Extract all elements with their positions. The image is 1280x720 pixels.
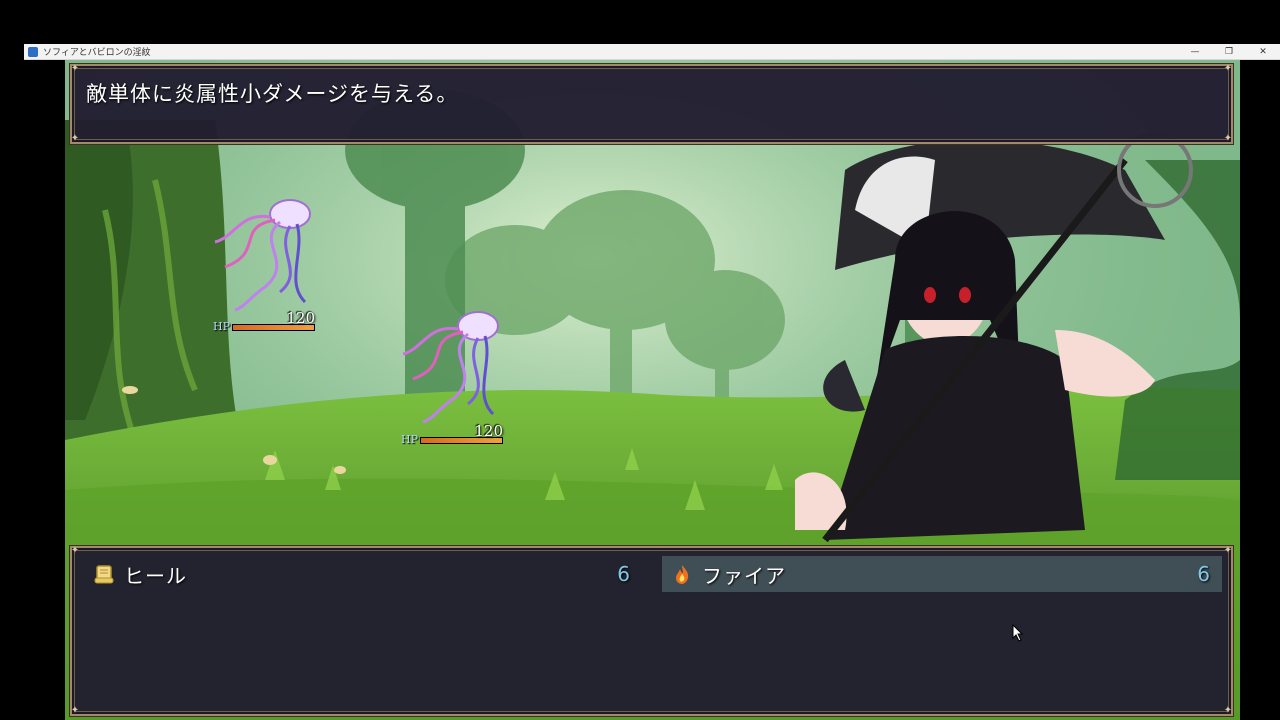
window-titlebar[interactable]: ソフィアとバビロンの淫紋 — ❐ ✕ [24, 44, 1280, 60]
close-button[interactable]: ✕ [1246, 44, 1280, 60]
scroll-icon [92, 562, 116, 586]
mouse-cursor-icon [1012, 624, 1024, 642]
help-window: ✦ ✦ ✦ ✦ 敵単体に炎属性小ダメージを与える。 [69, 63, 1234, 145]
jellyfish-enemy-sprite[interactable] [205, 192, 325, 312]
skill-description: 敵単体に炎属性小ダメージを与える。 [86, 82, 459, 106]
enemy-hp-gauge: HP 120 [213, 309, 315, 333]
skill-item-fire[interactable]: ファイア 6 [662, 556, 1222, 592]
skill-item-heal[interactable]: ヒール 6 [92, 556, 642, 592]
corner-ornament: ✦ [70, 63, 80, 74]
maximize-button[interactable]: ❐ [1212, 44, 1246, 60]
skill-list-window: ✦ ✦ ✦ ✦ ヒール 6 ファイア 6 [69, 545, 1234, 717]
corner-ornament: ✦ [70, 133, 80, 144]
fire-icon [670, 562, 694, 586]
game-viewport[interactable]: HP 120 HP 120 ✦ ✦ ✦ ✦ 敵単体に炎属性小ダメージを与える。 … [65, 60, 1240, 720]
corner-ornament: ✦ [70, 705, 80, 716]
enemy-hp-gauge: HP 120 [401, 422, 503, 446]
corner-ornament: ✦ [1223, 133, 1233, 144]
corner-ornament: ✦ [1223, 705, 1233, 716]
hp-label: HP [213, 320, 230, 333]
app-icon [28, 46, 38, 57]
window-controls: — ❐ ✕ [1178, 44, 1280, 60]
hp-value: 120 [474, 422, 503, 440]
corner-ornament: ✦ [1223, 545, 1233, 556]
hp-label: HP [401, 433, 418, 446]
corner-ornament: ✦ [1223, 63, 1233, 74]
minimize-button[interactable]: — [1178, 44, 1212, 60]
skill-name: ファイア [702, 563, 786, 588]
skill-name: ヒール [124, 563, 187, 588]
window-title: ソフィアとバビロンの淫紋 [43, 48, 151, 58]
hp-value: 120 [286, 309, 315, 327]
jellyfish-enemy-sprite[interactable] [393, 304, 513, 424]
skill-cost: 6 [617, 562, 630, 586]
corner-ornament: ✦ [70, 545, 80, 556]
skill-cost: 6 [1197, 562, 1210, 586]
